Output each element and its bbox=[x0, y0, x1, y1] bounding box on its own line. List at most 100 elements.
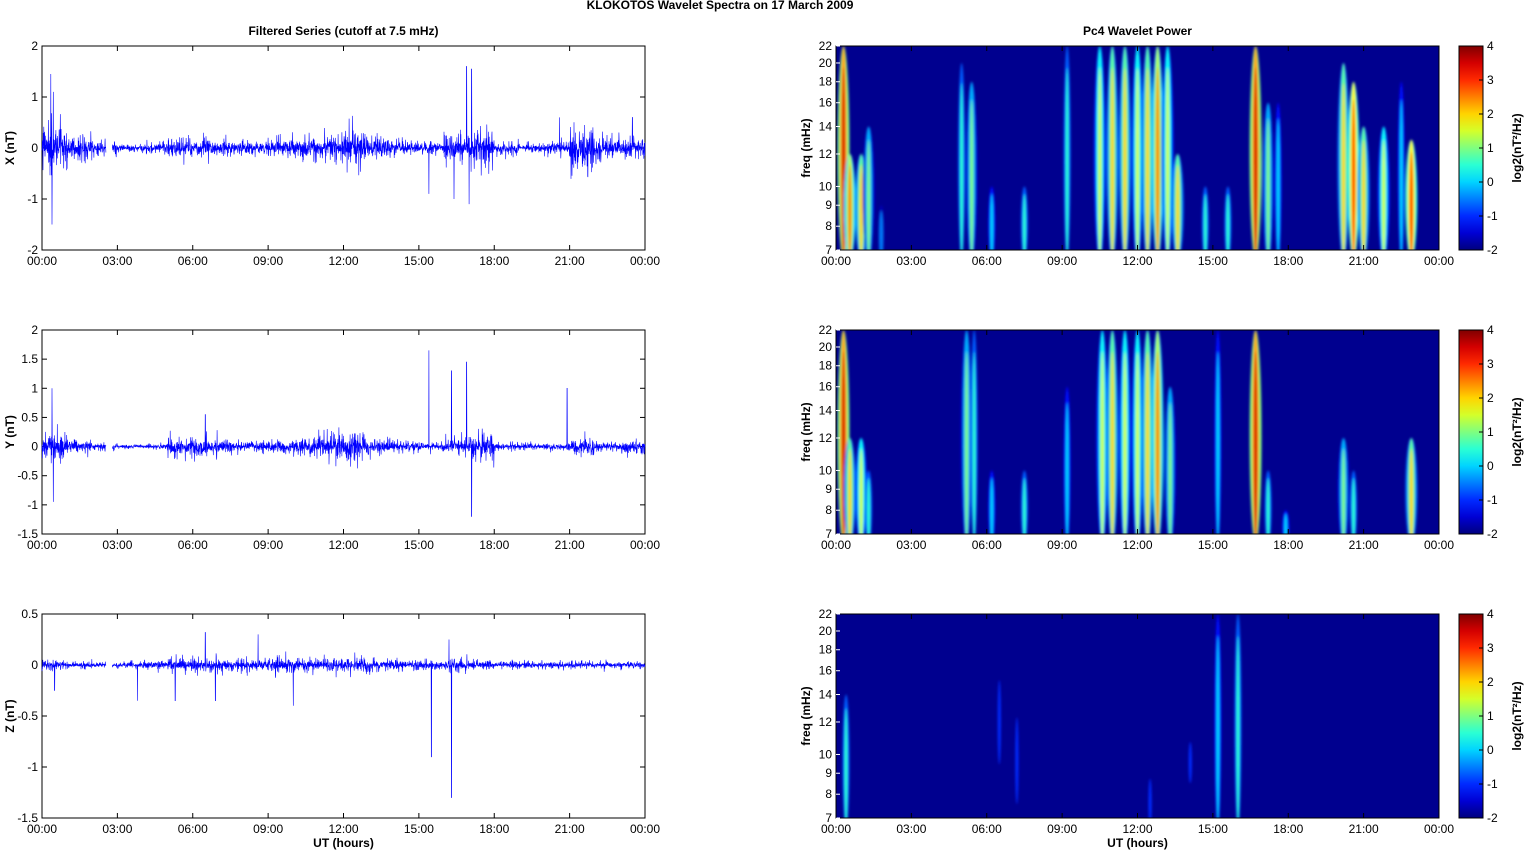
x-tick-label: 00:00 bbox=[821, 254, 851, 268]
y-tick-label: 9 bbox=[825, 766, 832, 780]
wavelet-power-burst bbox=[1098, 67, 1102, 250]
y-tick-label: 18 bbox=[819, 75, 833, 89]
wavelet-power-burst bbox=[848, 448, 852, 534]
plot-area bbox=[41, 613, 646, 819]
x-tick-label: 21:00 bbox=[1349, 822, 1379, 836]
y-tick-label: 20 bbox=[819, 56, 833, 70]
x-tick-label: 12:00 bbox=[1122, 538, 1152, 552]
y-tick-label: 0.5 bbox=[21, 607, 38, 621]
y-tick-label: 20 bbox=[819, 340, 833, 354]
x-tick-label: 03:00 bbox=[102, 254, 132, 268]
wavelet-power-burst bbox=[1135, 351, 1140, 534]
x-tick-label: 09:00 bbox=[253, 538, 283, 552]
plot-area bbox=[41, 329, 646, 535]
panel-title: Filtered Series (cutoff at 7.5 mHz) bbox=[248, 24, 438, 38]
y-tick-label: 9 bbox=[825, 198, 832, 212]
x-tick-label: 21:00 bbox=[555, 254, 585, 268]
y-tick-label: 14 bbox=[819, 120, 833, 134]
y-tick-label: 0 bbox=[31, 440, 38, 454]
wavelet-power-burst bbox=[1253, 351, 1258, 534]
time-series-panel-y: Y (nT)-1.5-1-0.500.511.52 bbox=[3, 323, 646, 541]
colorbar-tick-label: 0 bbox=[1487, 459, 1494, 473]
wavelet-power-burst bbox=[1409, 448, 1413, 534]
x-tick-label: 00:00 bbox=[1424, 822, 1454, 836]
y-axis-label: Y (nT) bbox=[3, 415, 17, 449]
wavelet-panel-3: freq (mHz)UT (hours)78910121416182022-2-… bbox=[799, 607, 1524, 850]
colorbar-tick-label: 1 bbox=[1487, 709, 1494, 723]
y-tick-label: 18 bbox=[819, 643, 833, 657]
colorbar-tick-label: 0 bbox=[1487, 175, 1494, 189]
x-tick-label: 00:00 bbox=[821, 822, 851, 836]
wavelet-power-burst bbox=[970, 99, 974, 250]
x-tick-label: 12:00 bbox=[328, 254, 358, 268]
wavelet-power-burst bbox=[1156, 351, 1160, 534]
x-tick-label: 18:00 bbox=[479, 538, 509, 552]
wavelet-power-burst bbox=[1266, 118, 1270, 250]
y-tick-label: 2 bbox=[31, 39, 38, 53]
wavelet-power-burst bbox=[960, 82, 964, 250]
x-tick-label: 09:00 bbox=[1047, 822, 1077, 836]
y-tick-label: -0.5 bbox=[17, 709, 38, 723]
y-tick-label: 10 bbox=[819, 179, 833, 193]
time-series-panel-z: Z (nT)UT (hours)-1.5-1-0.500.5 bbox=[3, 607, 646, 850]
x-tick-label: 15:00 bbox=[404, 538, 434, 552]
x-tick-label: 09:00 bbox=[1047, 254, 1077, 268]
x-tick-label: 06:00 bbox=[178, 254, 208, 268]
y-tick-label: 14 bbox=[819, 404, 833, 418]
wavelet-power-burst bbox=[844, 707, 848, 818]
wavelet-power-burst bbox=[859, 164, 863, 250]
x-tick-label: 06:00 bbox=[972, 538, 1002, 552]
x-tick-label: 15:00 bbox=[404, 822, 434, 836]
x-tick-label: 12:00 bbox=[1122, 822, 1152, 836]
y-tick-label: 16 bbox=[819, 380, 833, 394]
colorbar-tick-label: 1 bbox=[1487, 425, 1494, 439]
y-tick-label: 12 bbox=[819, 147, 833, 161]
x-tick-label: 00:00 bbox=[630, 822, 660, 836]
x-tick-label: 00:00 bbox=[27, 822, 57, 836]
x-tick-label: 03:00 bbox=[896, 538, 926, 552]
x-tick-label: 00:00 bbox=[1424, 254, 1454, 268]
colorbar-tick-label: -2 bbox=[1487, 243, 1498, 257]
colorbar-tick-label: 4 bbox=[1487, 39, 1494, 53]
wavelet-power-burst bbox=[1156, 67, 1160, 250]
x-tick-label: 18:00 bbox=[479, 822, 509, 836]
y-axis-label: freq (mHz) bbox=[799, 686, 813, 745]
wavelet-power-burst bbox=[1148, 778, 1152, 818]
x-tick-label: 09:00 bbox=[1047, 538, 1077, 552]
wavelet-power-burst bbox=[848, 164, 852, 250]
colorbar-tick-label: 3 bbox=[1487, 357, 1494, 371]
colorbar-tick-label: -1 bbox=[1487, 493, 1498, 507]
wavelet-power-burst bbox=[972, 351, 976, 534]
y-tick-label: 22 bbox=[819, 39, 833, 53]
y-tick-label: 16 bbox=[819, 664, 833, 678]
wavelet-power-burst bbox=[879, 210, 883, 250]
wavelet-power-burst bbox=[1362, 139, 1366, 250]
x-tick-label: 21:00 bbox=[1349, 254, 1379, 268]
x-tick-label: 18:00 bbox=[1273, 254, 1303, 268]
figure: KLOKOTOS Wavelet Spectra on 17 March 200… bbox=[3, 0, 1524, 850]
wavelet-power-burst bbox=[859, 448, 863, 534]
y-tick-label: 10 bbox=[819, 463, 833, 477]
y-tick-label: 2 bbox=[31, 323, 38, 337]
wavelet-panel-2: freq (mHz)78910121416182022-2-101234log2… bbox=[799, 323, 1524, 541]
y-tick-label: 8 bbox=[825, 219, 832, 233]
y-tick-label: -1 bbox=[27, 192, 38, 206]
wavelet-power-burst bbox=[1216, 635, 1220, 818]
y-tick-label: 14 bbox=[819, 688, 833, 702]
colorbar-tick-label: 1 bbox=[1487, 141, 1494, 155]
y-tick-label: 1 bbox=[31, 381, 38, 395]
time-series-panel-x: Filtered Series (cutoff at 7.5 mHz) X (nT… bbox=[3, 24, 646, 257]
wavelet-power-burst bbox=[1145, 351, 1150, 534]
colorbar-tick-label: 3 bbox=[1487, 73, 1494, 87]
wavelet-power-burst bbox=[1166, 67, 1170, 250]
y-tick-label: -0.5 bbox=[17, 469, 38, 483]
x-tick-label: 00:00 bbox=[630, 538, 660, 552]
wavelet-power-burst bbox=[965, 351, 969, 534]
heatmap-background bbox=[836, 614, 1439, 818]
x-tick-label: 18:00 bbox=[479, 254, 509, 268]
y-tick-label: 10 bbox=[819, 747, 833, 761]
wavelet-power-burst bbox=[1253, 67, 1258, 250]
x-tick-label: 09:00 bbox=[253, 822, 283, 836]
x-tick-label: 21:00 bbox=[555, 538, 585, 552]
colorbar-label: log2(nT²/Hz) bbox=[1510, 681, 1524, 750]
